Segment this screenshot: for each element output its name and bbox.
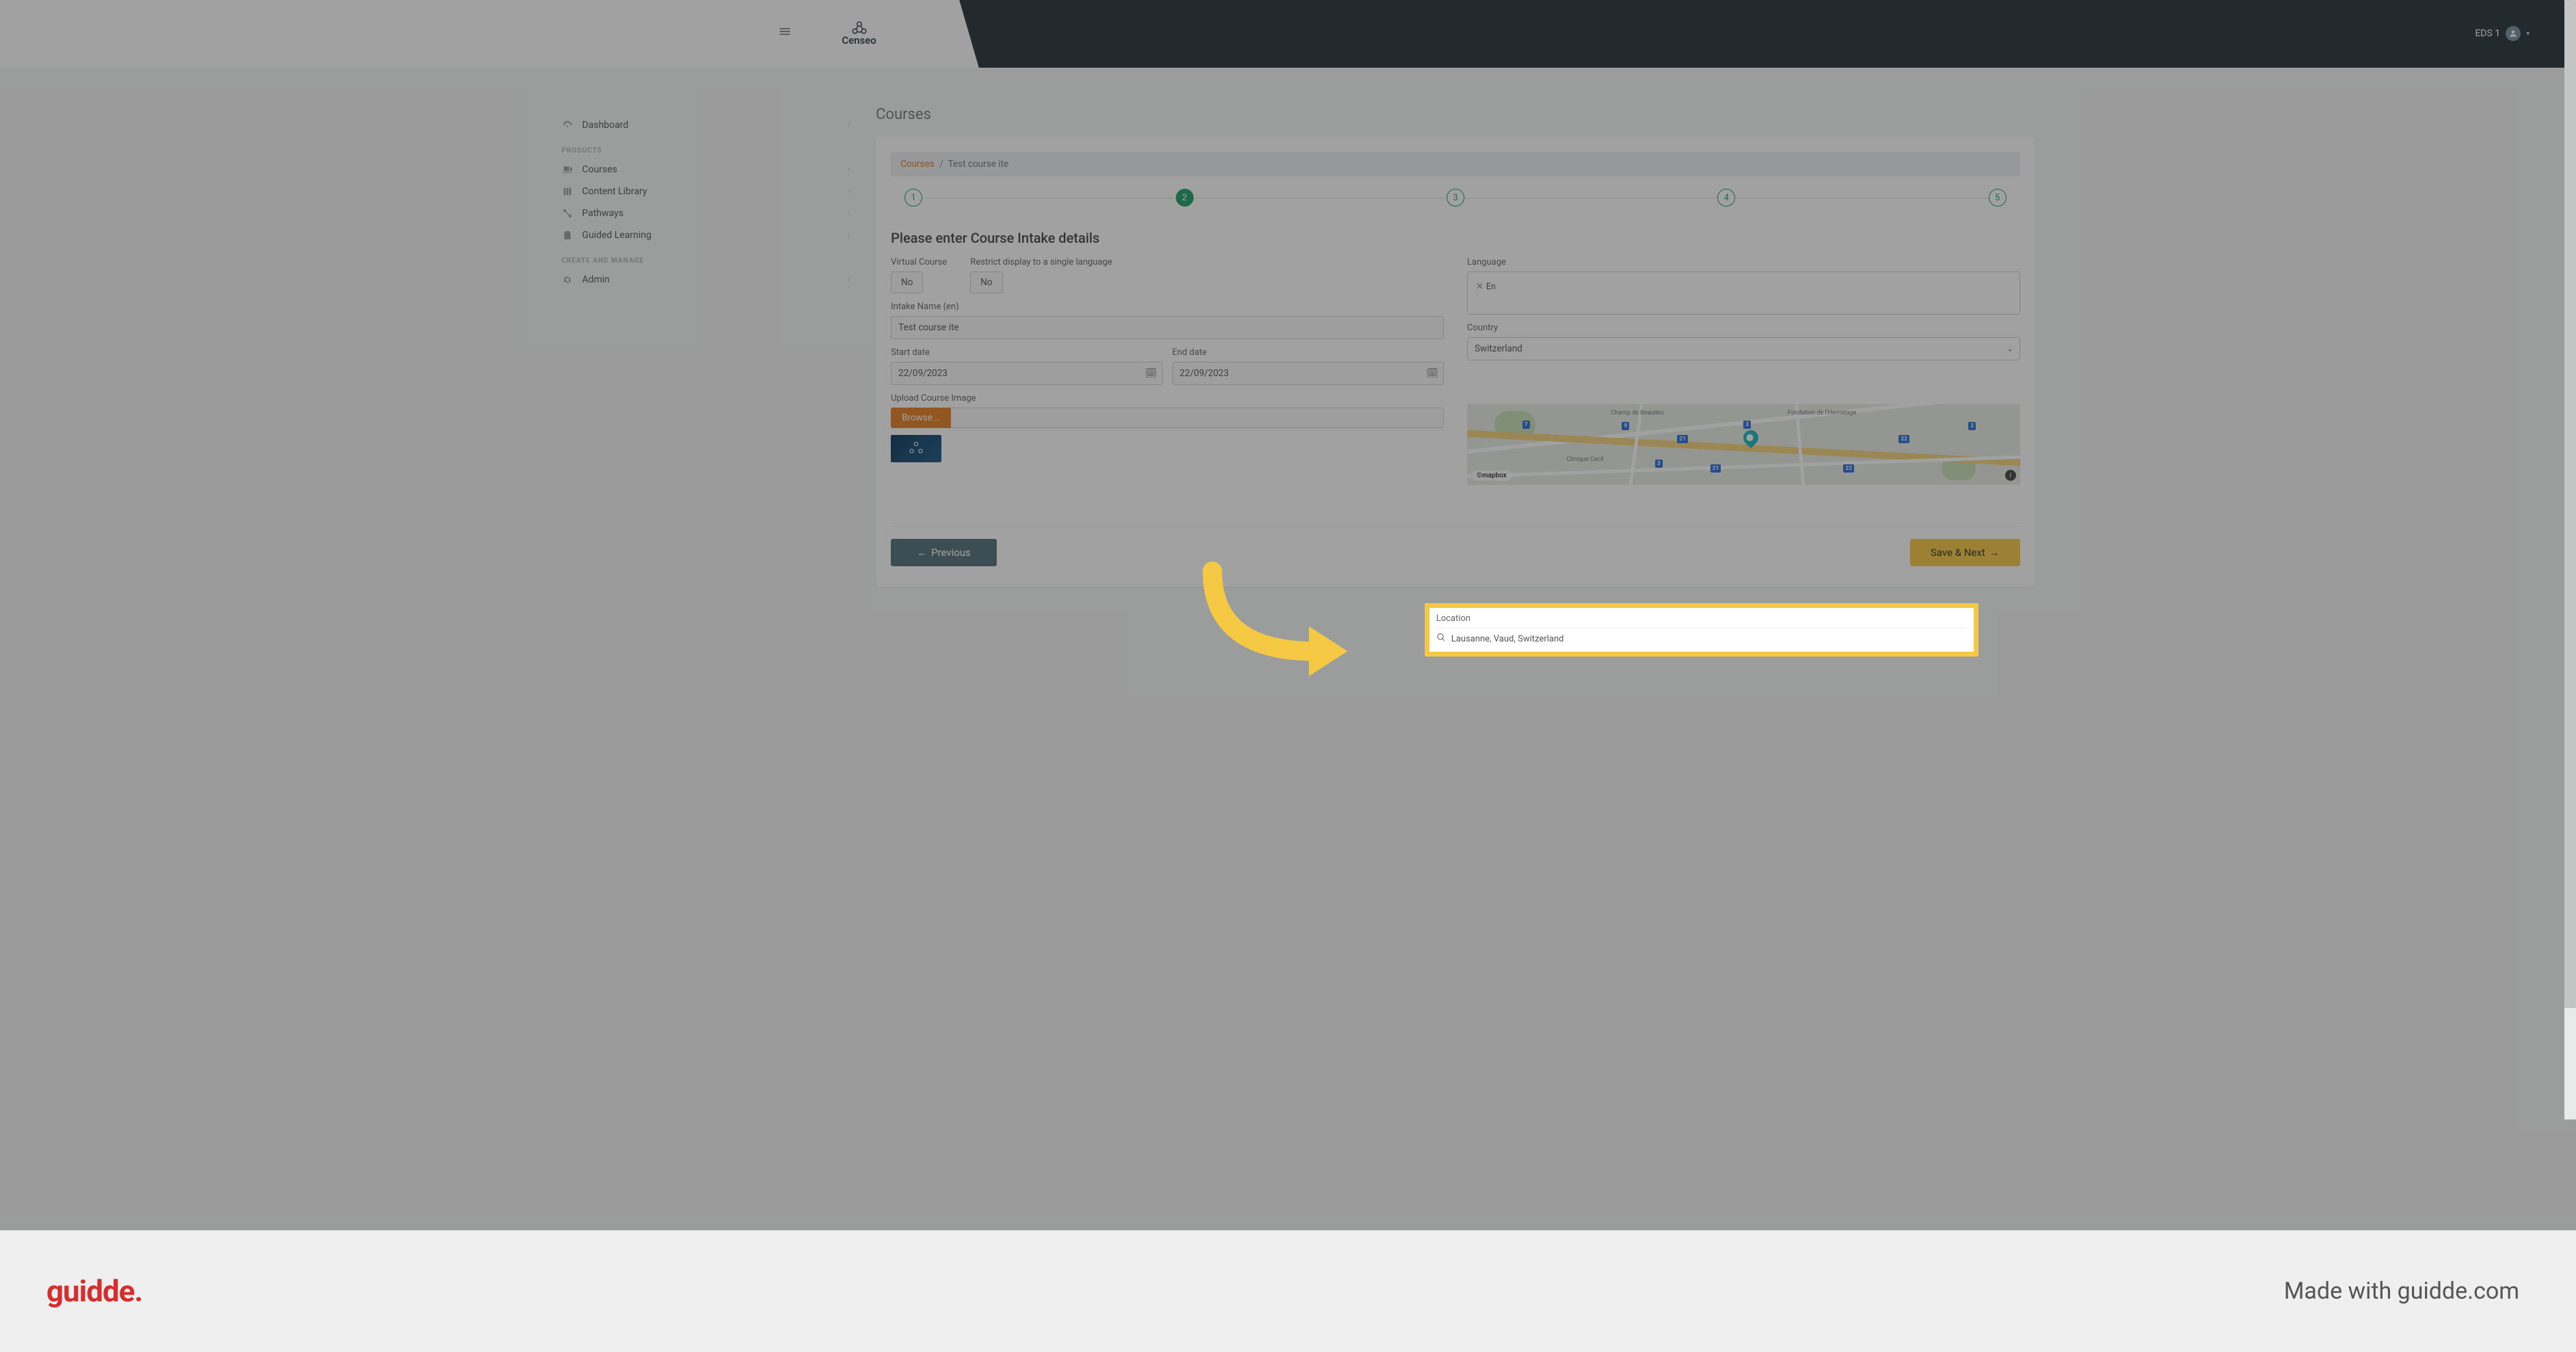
save-next-button[interactable]: Save & Next → [1910,539,2020,566]
arrow-right-icon: → [1989,546,2000,559]
form-footer: ← Previous Save & Next → [891,526,2020,566]
sidebar-item-label: Content Library [582,186,647,197]
sidebar-item-admin[interactable]: Admin › [561,269,850,291]
calendar-icon[interactable]: 🗓 [1145,368,1157,379]
language-chip[interactable]: ✕ En [1476,282,1496,292]
search-icon [1436,633,1446,645]
toggle-virtual-course[interactable]: No [891,271,923,293]
sidebar-section-manage: CREATE AND MANAGE [561,246,850,269]
clipboard-icon [561,230,574,241]
label-language: Language [1467,257,2020,267]
user-label: EDS 1 [2475,28,2500,39]
form-card: Courses / Test course ite 1 2 3 4 5 Plea… [876,137,2035,587]
language-box[interactable]: ✕ En [1467,271,2020,315]
remove-chip-icon[interactable]: ✕ [1476,282,1484,292]
preview-logo-icon [907,440,925,457]
label-location: Location [1436,613,1967,624]
previous-button[interactable]: ← Previous [891,539,997,566]
upload-field[interactable] [951,408,1444,428]
chevron-right-icon: › [848,120,850,129]
sidebar-item-label: Pathways [582,208,623,219]
info-icon[interactable]: i [2005,470,2016,481]
brand-icon [850,21,868,36]
step-5[interactable]: 5 [1989,189,2007,207]
hamburger-icon[interactable] [778,25,792,42]
sidebar-item-pathways[interactable]: Pathways › [561,202,850,224]
stepper: 1 2 3 4 5 [904,189,2007,207]
brand-text: Censeo [842,34,876,47]
guidde-footer: guidde. Made with guidde.com [0,1230,2576,1352]
browse-button[interactable]: Browse... [891,408,951,428]
label-virtual-course: Virtual Course [891,257,947,267]
scrollbar[interactable] [2564,0,2576,1119]
toggle-restrict-lang[interactable]: No [970,271,1002,293]
arrow-left-icon: ← [917,546,927,559]
sidebar-item-content-library[interactable]: Content Library › [561,181,850,202]
page-title: Courses [876,106,2035,123]
label-end-date: End date [1172,347,1444,358]
brand-logo[interactable]: Censeo [842,21,876,47]
sidebar-item-label: Guided Learning [582,230,651,241]
step-1[interactable]: 1 [904,189,922,207]
form-title: Please enter Course Intake details [891,230,2020,246]
input-start-date[interactable] [891,362,1162,385]
chevron-right-icon: › [848,209,850,217]
map-label: Fondation de l'Hermitage [1788,410,1856,416]
scrollbar-thumb[interactable] [2564,0,2576,1007]
dashboard-icon [561,120,574,131]
avatar [2506,26,2521,41]
sidebar-item-label: Courses [582,164,617,175]
caret-down-icon: ▾ [2526,30,2530,38]
top-header: Censeo EDS 1 ▾ [0,0,2576,68]
pathways-icon [561,208,574,219]
breadcrumb-root[interactable]: Courses [900,159,935,170]
chevron-right-icon: › [848,165,850,174]
image-preview[interactable] [891,435,941,462]
chevron-right-icon: › [848,187,850,196]
sidebar: Dashboard › PRODUCTS Courses › Content L… [561,68,850,1230]
map-label: Clinique Cecil [1566,456,1603,463]
breadcrumb-current: Test course ite [948,159,1008,170]
sidebar-item-dashboard[interactable]: Dashboard › [561,114,850,136]
step-4[interactable]: 4 [1717,189,1735,207]
step-2[interactable]: 2 [1176,189,1194,207]
sidebar-item-guided-learning[interactable]: Guided Learning › [561,224,850,246]
library-icon [561,186,574,197]
location-highlight: Location [1425,599,1978,657]
calendar-icon[interactable]: 🗓 [1426,368,1438,379]
sidebar-item-label: Dashboard [582,120,628,131]
input-end-date[interactable] [1172,362,1444,385]
guidde-logo: guidde. [46,1273,143,1309]
breadcrumb: Courses / Test course ite [891,152,2020,176]
label-start-date: Start date [891,347,1162,358]
step-3[interactable]: 3 [1447,189,1464,207]
main-area: Dashboard › PRODUCTS Courses › Content L… [0,68,2576,1230]
label-upload-image: Upload Course Image [891,393,1444,403]
header-left: Censeo [0,0,979,68]
location-map[interactable]: Champ de Beauileu Fondation de l'Hermita… [1467,404,2020,485]
guidde-made-with: Made with guidde.com [2284,1277,2519,1305]
map-attribution: ©mapbox [1471,470,1512,481]
app-window: Censeo EDS 1 ▾ Dashboard › PRODUCTS Cour… [0,0,2576,1230]
chevron-right-icon: › [848,275,850,284]
sidebar-section-products: PRODUCTS [561,136,850,159]
sidebar-item-courses[interactable]: Courses › [561,159,850,181]
chevron-right-icon: › [848,230,850,239]
user-menu[interactable]: EDS 1 ▾ [2475,26,2576,41]
label-country: Country [1467,323,2020,333]
courses-icon [561,164,574,175]
label-intake-name: Intake Name (en) [891,302,1444,312]
input-intake-name[interactable] [891,316,1444,339]
input-location[interactable] [1451,634,1967,644]
label-restrict-lang: Restrict display to a single language [970,257,1112,267]
map-label: Champ de Beauileu [1611,410,1663,416]
select-country[interactable] [1467,337,2020,360]
sidebar-item-label: Admin [582,274,609,285]
gear-icon [561,274,574,285]
